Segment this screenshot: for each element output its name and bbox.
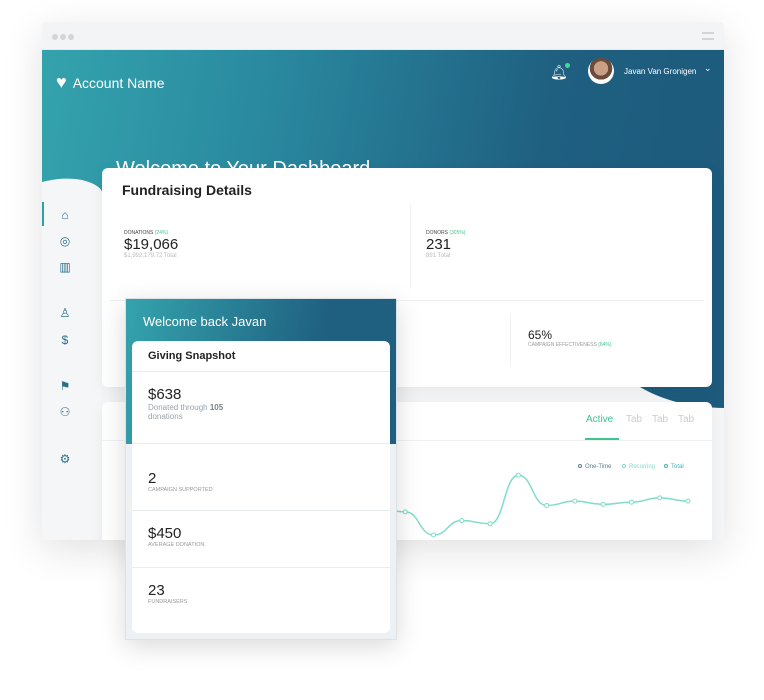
stat-total: 891 Total — [426, 253, 451, 259]
donated-item: $638 Donated through 105 donations — [132, 371, 390, 443]
window-dot[interactable] — [52, 34, 58, 40]
popup-title: Welcome back Javan — [143, 314, 267, 329]
check-circle-icon[interactable]: ◎ — [58, 234, 72, 248]
stat-label: Average Donation — [148, 542, 205, 548]
data-point[interactable] — [628, 499, 634, 505]
stat-value: $638 — [148, 386, 182, 403]
data-point[interactable] — [431, 532, 437, 538]
title-bar — [42, 22, 724, 50]
stat-change: (305%) — [449, 230, 466, 236]
stat-label: Fundraisers — [148, 599, 188, 605]
stat-label: Campaign Supported — [148, 487, 213, 493]
notification-dot — [564, 63, 570, 68]
users-icon[interactable]: ⚇ — [58, 405, 72, 419]
user-name[interactable]: Javan Van Gronigen — [624, 67, 696, 76]
data-point[interactable] — [515, 472, 521, 478]
stat-total: $1,992,179.72 Total — [124, 253, 177, 259]
divider — [410, 204, 411, 288]
chevron-down-icon[interactable]: ⌄ — [704, 63, 712, 74]
stat-value: 65% — [528, 328, 553, 342]
series-line — [376, 474, 689, 536]
bar-chart-icon[interactable]: ▥ — [58, 260, 72, 274]
data-point[interactable] — [685, 498, 691, 504]
divider — [510, 314, 511, 366]
data-point[interactable] — [459, 518, 465, 524]
card-title: Fundraising Details — [122, 182, 252, 198]
window-dot[interactable] — [60, 34, 66, 40]
gear-icon[interactable]: ⚙ — [58, 452, 72, 466]
user-icon[interactable]: ♙ — [58, 306, 72, 320]
notification-bell-icon[interactable]: 🔔︎ — [550, 63, 570, 81]
giving-snapshot-card: Giving Snapshot $638 Donated through 105… — [132, 341, 390, 633]
stat-label: Campaign Effectiveness — [528, 342, 597, 348]
active-indicator — [42, 202, 44, 226]
stat-change: (64%) — [598, 342, 612, 348]
data-point[interactable] — [544, 502, 550, 508]
stat-value: 2 — [148, 470, 157, 487]
donation-count: 105 — [209, 403, 224, 412]
desc-text: donations — [148, 412, 183, 421]
desc-text: Donated through — [148, 403, 208, 412]
stat-value: $19,066 — [124, 236, 179, 253]
stat-value: 23 — [148, 582, 165, 599]
heart-icon: ♥ — [56, 72, 67, 92]
list-item: 2 Campaign Supported — [132, 443, 390, 510]
stat-value: 231 — [426, 236, 452, 253]
flag-icon[interactable]: ⚑ — [58, 379, 72, 393]
list-item: 23 Fundraisers — [132, 567, 390, 633]
hamburger-icon[interactable] — [702, 32, 714, 40]
data-point[interactable] — [487, 521, 493, 527]
donations-stat: Donations (24%) $19,066 $1,992,179.72 To… — [124, 230, 178, 259]
sidebar: ⌂ ◎ ▥ ♙ $ ⚑ ⚇ ⚙ — [42, 172, 100, 540]
data-point[interactable] — [402, 509, 408, 515]
stat-value: $450 — [148, 525, 182, 542]
data-point[interactable] — [572, 498, 578, 504]
window-dot[interactable] — [68, 34, 74, 40]
welcome-popup: Welcome back Javan Giving Snapshot $638 … — [125, 298, 397, 640]
effectiveness-stat: 65% Campaign Effectiveness (64%) — [528, 328, 612, 348]
donors-stat: Donors (305%) 231 891 Total — [426, 230, 465, 259]
home-icon[interactable]: ⌂ — [58, 208, 72, 222]
account-name: Account Name — [72, 74, 165, 91]
avatar[interactable] — [588, 58, 614, 84]
data-point[interactable] — [657, 495, 663, 501]
account-logo[interactable]: ♥ Account Name — [56, 72, 165, 93]
dollar-icon[interactable]: $ — [58, 333, 72, 347]
snapshot-title: Giving Snapshot — [148, 350, 236, 362]
data-point[interactable] — [600, 501, 606, 507]
list-item: $450 Average Donation — [132, 510, 390, 567]
